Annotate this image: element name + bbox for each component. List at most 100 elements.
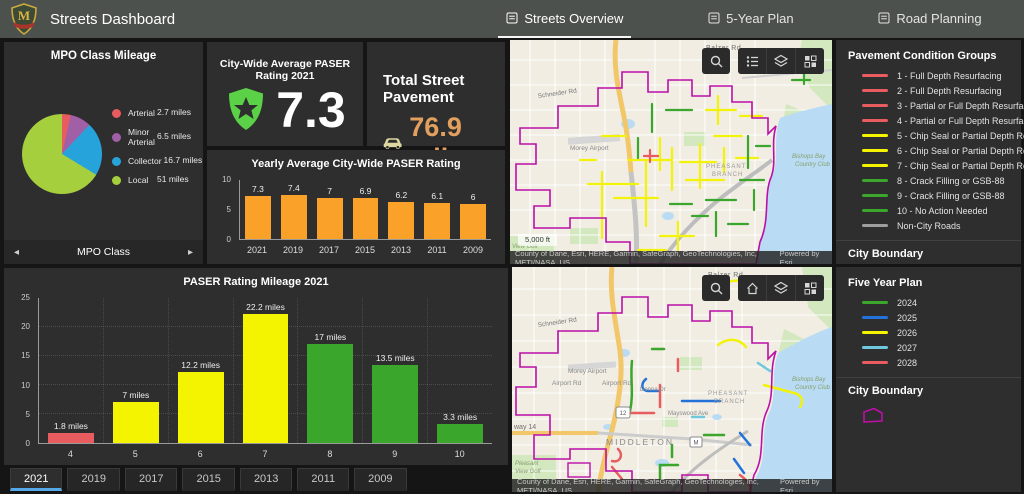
legend-title: Five Year Plan xyxy=(836,267,1021,295)
bar[interactable] xyxy=(317,198,343,239)
shield-star-icon xyxy=(224,86,268,136)
bar[interactable] xyxy=(388,202,414,239)
attribution-text: County of Dane, Esri, HERE, Garmin, Safe… xyxy=(517,477,780,493)
hwy-marker-m: M xyxy=(694,441,699,447)
bar[interactable] xyxy=(437,424,483,443)
bar-column: 12.2 miles xyxy=(168,298,233,443)
header-tab-5-year-plan[interactable]: 5-Year Plan xyxy=(700,0,801,38)
year-tab-2017[interactable]: 2017 xyxy=(125,468,177,491)
legend-swatch xyxy=(862,331,888,334)
bar[interactable] xyxy=(353,198,379,239)
paser-rating-card: City-Wide Average PASER Rating 2021 7.3 xyxy=(207,42,363,146)
bar[interactable] xyxy=(178,372,224,443)
yearly-average-chart-panel: Yearly Average City-Wide PASER Rating 05… xyxy=(207,150,505,264)
bar-column: 6.9 xyxy=(348,180,384,239)
bar[interactable] xyxy=(48,433,94,443)
layers-button[interactable] xyxy=(766,275,795,301)
prev-arrow-icon[interactable]: ◂ xyxy=(14,247,19,258)
map-search-button[interactable] xyxy=(702,48,730,74)
map-label-donna: Donna Dr xyxy=(640,387,666,393)
map-label-mayswood: Mayswood Ave xyxy=(668,411,709,417)
map-label-airport: Morey Airport xyxy=(570,145,609,152)
pavement-condition-map[interactable]: Balzer Rd Schneider Rd Morey Airport PHE… xyxy=(510,40,832,264)
legend-label: 2028 xyxy=(897,358,917,368)
legend-label: 2025 xyxy=(897,313,917,323)
legend-title: Pavement Condition Groups xyxy=(836,40,1021,68)
basemap-button[interactable] xyxy=(795,275,824,301)
legend-item: 2024 xyxy=(836,295,1021,310)
legend-swatch xyxy=(862,89,888,92)
map-tool-group xyxy=(738,48,824,74)
legend-item: Non-City Roads xyxy=(836,218,1021,233)
map-label-pheasant-2: BRANCH xyxy=(714,399,745,405)
legend-item: 6 - Chip Seal or Partial Depth Resurfaci… xyxy=(836,143,1021,158)
bar-column: 7 miles xyxy=(103,298,168,443)
bar-column: 17 miles xyxy=(297,298,362,443)
mpo-class-mileage-panel: MPO Class Mileage Arterial2.7 milesMinor… xyxy=(4,42,203,264)
pie-legend-row[interactable]: Collector16.7 miles xyxy=(112,156,197,166)
header-tabs: Streets Overview 5-Year Plan Road Planning xyxy=(464,0,1024,38)
x-axis-labels: 2021201920172015201320112009 xyxy=(239,242,491,255)
x-tick-label: 4 xyxy=(38,449,103,459)
map-tool-group xyxy=(738,275,824,301)
legend-dot xyxy=(112,133,121,142)
bar[interactable] xyxy=(113,402,159,443)
bar[interactable] xyxy=(243,314,289,443)
legend-item: 2028 xyxy=(836,355,1021,370)
legend-button[interactable] xyxy=(738,48,766,74)
bar-column: 1.8 miles xyxy=(39,298,103,443)
header-tab-streets-overview[interactable]: Streets Overview xyxy=(498,0,631,38)
year-tab-2021[interactable]: 2021 xyxy=(10,468,62,491)
bar-value-label: 3.3 miles xyxy=(443,412,477,422)
pie-legend-row[interactable]: Local51 miles xyxy=(112,175,197,185)
chart-title: PASER Rating Mileage 2021 xyxy=(4,268,508,288)
header-tab-road-planning[interactable]: Road Planning xyxy=(870,0,989,38)
legend-item: 1 - Full Depth Resurfacing xyxy=(836,68,1021,83)
year-tab-2013[interactable]: 2013 xyxy=(240,468,292,491)
map-label-club-2: Country Club xyxy=(795,385,831,391)
legend-swatch xyxy=(862,74,888,77)
bar[interactable] xyxy=(281,195,307,239)
bar-value-label: 12.2 miles xyxy=(181,360,220,370)
map-search-button[interactable] xyxy=(702,275,730,301)
map-label-middleton: MIDDLETON xyxy=(606,437,674,447)
map-label-club-1: Bishops Bay xyxy=(792,377,826,383)
five-year-plan-legend-panel: Five Year Plan 20242025202620272028 City… xyxy=(836,267,1021,492)
bar-value-label: 6.1 xyxy=(431,191,443,201)
y-tick-label: 0 xyxy=(227,235,231,244)
bar[interactable] xyxy=(460,204,486,239)
home-button[interactable] xyxy=(738,275,766,301)
bar[interactable] xyxy=(372,365,418,443)
legend-label: 10 - No Action Needed xyxy=(897,206,988,216)
mpo-pie-chart[interactable] xyxy=(22,114,102,194)
legend-swatch xyxy=(862,164,888,167)
legend-label: 7 - Chip Seal or Partial Depth Resurfaci… xyxy=(897,161,1024,171)
year-tab-2015[interactable]: 2015 xyxy=(182,468,234,491)
y-tick-label: 5 xyxy=(227,205,231,214)
bar[interactable] xyxy=(245,196,271,239)
year-tab-2011[interactable]: 2011 xyxy=(297,468,349,491)
mpo-footer-label: MPO Class xyxy=(77,246,130,258)
legend-item: 7 - Chip Seal or Partial Depth Resurfaci… xyxy=(836,158,1021,173)
middleton-logo-icon: M xyxy=(10,3,38,35)
pie-legend-row[interactable]: Arterial2.7 miles xyxy=(112,108,197,118)
layers-button[interactable] xyxy=(766,48,795,74)
y-tick-label: 5 xyxy=(26,410,30,419)
five-year-plan-map[interactable]: 12 M Balzer Rd Schneider Rd Morey Airpor… xyxy=(512,267,832,492)
y-tick-label: 25 xyxy=(21,293,30,302)
pie-legend-row[interactable]: Minor Arterial6.5 miles xyxy=(112,127,197,147)
map-label-pheasant-1: PHEASANT xyxy=(706,164,746,170)
year-tab-2009[interactable]: 2009 xyxy=(354,468,406,491)
legend-item: 3 - Partial or Full Depth Resurfacing xyxy=(836,98,1021,113)
bar[interactable] xyxy=(307,344,353,443)
bar[interactable] xyxy=(424,203,450,239)
legend-swatch xyxy=(862,361,888,364)
legend-item: 10 - No Action Needed xyxy=(836,203,1021,218)
basemap-grid-icon xyxy=(804,282,817,295)
basemap-button[interactable] xyxy=(795,48,824,74)
year-tab-2019[interactable]: 2019 xyxy=(67,468,119,491)
powered-by-esri: Powered by Esri xyxy=(780,249,827,265)
next-arrow-icon[interactable]: ▸ xyxy=(188,247,193,258)
bar-column: 7 xyxy=(312,180,348,239)
y-tick-label: 10 xyxy=(222,175,231,184)
